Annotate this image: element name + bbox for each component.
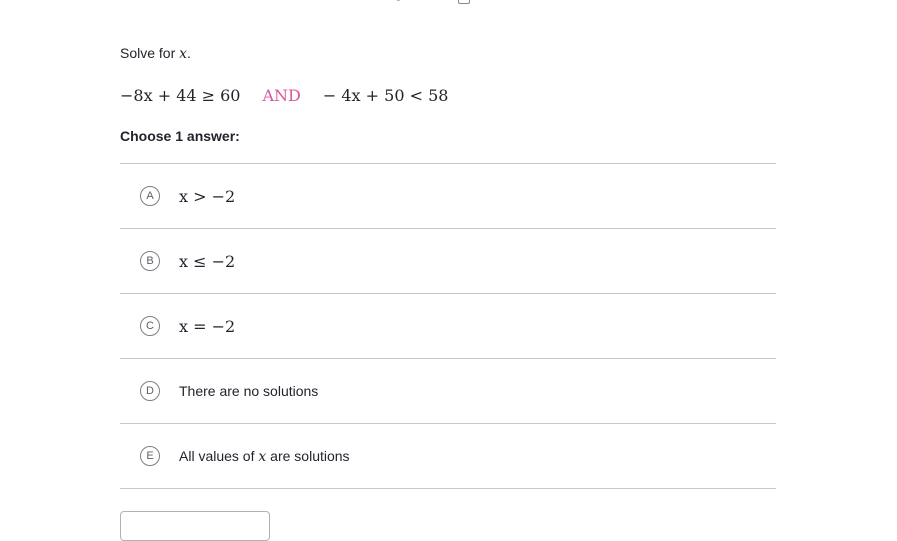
prompt-suffix: .: [187, 45, 191, 61]
choice-c[interactable]: C x = −2: [120, 294, 776, 359]
choice-e-prefix: All values of: [179, 447, 259, 464]
choice-b[interactable]: B x ≤ −2: [120, 229, 776, 294]
choice-a-text: x > −2: [179, 186, 236, 206]
choice-a-radio[interactable]: A: [140, 186, 160, 206]
choice-d-radio[interactable]: D: [140, 381, 160, 401]
prompt-prefix: Solve for: [120, 45, 180, 61]
choice-b-radio[interactable]: B: [140, 251, 160, 271]
answer-choices: A x > −2 B x ≤ −2 C x = −2 D There are n…: [120, 163, 776, 489]
choice-a[interactable]: A x > −2: [120, 164, 776, 229]
choice-b-text: x ≤ −2: [179, 251, 236, 271]
choice-c-radio[interactable]: C: [140, 316, 160, 336]
calculator-icon[interactable]: [458, 0, 470, 4]
choice-e-suffix: are solutions: [266, 447, 350, 464]
and-connector: AND: [262, 86, 301, 105]
choose-answer-label: Choose 1 answer:: [120, 128, 240, 144]
choice-e[interactable]: E All values of x are solutions: [120, 424, 776, 489]
choice-d-text: There are no solutions: [179, 383, 319, 399]
choice-e-radio[interactable]: E: [140, 446, 160, 466]
inequality-left: −8x + 44 ≥ 60: [120, 86, 241, 105]
question-prompt: Solve for x.: [120, 45, 191, 62]
inequality-right: − 4x + 50 < 58: [322, 86, 449, 105]
check-button[interactable]: [120, 511, 270, 541]
choice-d[interactable]: D There are no solutions: [120, 359, 776, 424]
compound-inequality: −8x + 44 ≥ 60 AND − 4x + 50 < 58: [120, 86, 448, 105]
prompt-variable: x: [179, 46, 188, 62]
choice-e-text: All values of x are solutions: [179, 448, 350, 465]
choice-c-text: x = −2: [179, 316, 236, 336]
top-partial-element: [396, 0, 401, 1]
